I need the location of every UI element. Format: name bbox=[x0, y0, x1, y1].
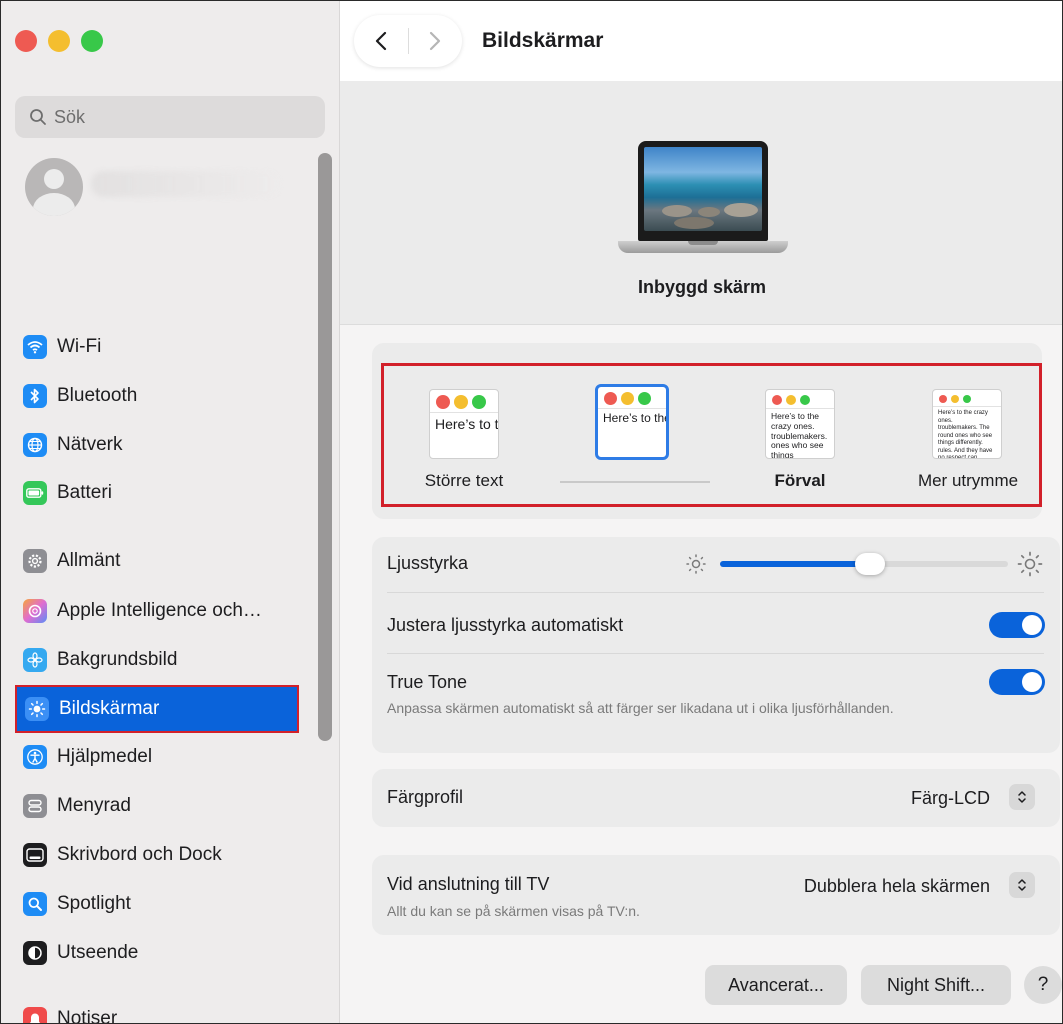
magnifier-icon bbox=[23, 892, 47, 916]
true-tone-description: Anpassa skärmen automatiskt så att färge… bbox=[387, 700, 894, 716]
forward-button[interactable] bbox=[408, 15, 462, 67]
sidebar-item-label: Skrivbord och Dock bbox=[57, 844, 222, 865]
sidebar-item-label: Spotlight bbox=[57, 893, 131, 914]
bell-icon bbox=[23, 1007, 47, 1023]
sidebar-item-label: Allmänt bbox=[57, 550, 121, 571]
toolbar: Bildskärmar bbox=[340, 1, 1062, 81]
color-profile-popup[interactable] bbox=[1009, 784, 1035, 810]
laptop-image[interactable] bbox=[618, 139, 788, 257]
sidebar-item-label: Batteri bbox=[57, 482, 112, 503]
sidebar-item-bluetooth[interactable]: Bluetooth bbox=[15, 376, 299, 416]
wifi-icon bbox=[23, 335, 47, 359]
color-profile-value[interactable]: Färg-LCD bbox=[760, 788, 990, 809]
sidebar-item-appearance[interactable]: Utseende bbox=[15, 933, 299, 973]
auto-brightness-toggle[interactable] bbox=[989, 612, 1045, 638]
menubar-icon bbox=[23, 794, 47, 818]
display-preview: Inbyggd skärm bbox=[340, 81, 1062, 325]
sun-small-icon bbox=[686, 554, 706, 574]
page-title: Bildskärmar bbox=[482, 29, 604, 52]
blurred-account-name bbox=[91, 171, 281, 197]
brightness-label: Ljusstyrka bbox=[387, 553, 469, 573]
search-field[interactable]: Sök bbox=[15, 96, 325, 138]
sidebar-item-network[interactable]: Nätverk bbox=[15, 425, 299, 465]
brightness-slider[interactable] bbox=[720, 553, 1008, 575]
sidebar-item-label: Bakgrundsbild bbox=[57, 649, 178, 670]
sidebar-item-wallpaper[interactable]: Bakgrundsbild bbox=[15, 640, 299, 680]
appearance-icon bbox=[23, 941, 47, 965]
sidebar-item-label: Notiser bbox=[57, 1008, 118, 1024]
brightness-card bbox=[372, 537, 1060, 753]
help-button[interactable]: ? bbox=[1024, 966, 1062, 1004]
window-controls bbox=[15, 30, 103, 52]
brightness-slider-knob[interactable] bbox=[854, 553, 885, 575]
sidebar-item-label: Bluetooth bbox=[57, 385, 138, 406]
color-profile-label: Färgprofil bbox=[387, 787, 464, 807]
sidebar-item-wifi[interactable]: Wi-Fi bbox=[15, 327, 299, 367]
sidebar-item-label: Nätverk bbox=[57, 434, 123, 455]
bluetooth-icon bbox=[23, 384, 47, 408]
accessibility-icon bbox=[23, 745, 47, 769]
tv-mode-value[interactable]: Dubblera hela skärmen bbox=[740, 876, 990, 897]
sun-large-icon bbox=[1017, 551, 1043, 577]
chevron-right-icon bbox=[430, 31, 441, 51]
chevron-left-icon bbox=[375, 31, 386, 51]
sidebar-item-accessibility[interactable]: Hjälpmedel bbox=[15, 737, 299, 777]
night-shift-button[interactable]: Night Shift... bbox=[861, 965, 1011, 1005]
main-pane: Bildskärmar Inbyggd skärm Here’s to Stör… bbox=[340, 1, 1062, 1023]
sidebar: Sök Wi-Fi Bluetooth Nätverk Batteri Allm… bbox=[1, 1, 340, 1024]
history-navigation bbox=[354, 15, 462, 67]
sidebar-item-label: Hjälpmedel bbox=[57, 746, 153, 767]
globe-icon bbox=[23, 433, 47, 457]
sidebar-item-label: Utseende bbox=[57, 942, 139, 963]
user-avatar[interactable] bbox=[25, 158, 83, 216]
chevron-updown-icon bbox=[1018, 791, 1026, 803]
sidebar-item-label: Wi-Fi bbox=[57, 336, 102, 357]
sidebar-item-displays[interactable]: Bildskärmar bbox=[15, 685, 299, 733]
sidebar-item-desktop-dock[interactable]: Skrivbord och Dock bbox=[15, 835, 299, 875]
display-name: Inbyggd skärm bbox=[637, 277, 767, 297]
resolution-highlight bbox=[381, 363, 1042, 507]
sidebar-item-label: Apple Intelligence och… bbox=[57, 600, 262, 621]
sidebar-item-label: Bildskärmar bbox=[59, 698, 160, 719]
sidebar-item-general[interactable]: Allmänt bbox=[15, 541, 299, 581]
true-tone-toggle[interactable] bbox=[989, 669, 1045, 695]
tv-label: Vid anslutning till TV bbox=[387, 874, 550, 894]
search-placeholder: Sök bbox=[54, 106, 86, 127]
back-button[interactable] bbox=[354, 15, 408, 67]
flower-icon bbox=[23, 648, 47, 672]
tv-mode-popup[interactable] bbox=[1009, 872, 1035, 898]
chevron-updown-icon bbox=[1018, 879, 1026, 891]
sun-icon bbox=[25, 697, 49, 721]
minimize-window-button[interactable] bbox=[48, 30, 70, 52]
sidebar-item-spotlight[interactable]: Spotlight bbox=[15, 884, 299, 924]
true-tone-label: True Tone bbox=[387, 672, 468, 692]
sidebar-item-label: Menyrad bbox=[57, 795, 131, 816]
tv-description: Allt du kan se på skärmen visas på TV:n. bbox=[387, 903, 640, 919]
sidebar-item-battery[interactable]: Batteri bbox=[15, 473, 299, 513]
sidebar-item-apple-intelligence[interactable]: Apple Intelligence och… bbox=[15, 591, 299, 631]
gear-icon bbox=[23, 549, 47, 573]
auto-brightness-label: Justera ljusstyrka automatiskt bbox=[387, 615, 624, 635]
sidebar-item-menubar[interactable]: Menyrad bbox=[15, 786, 299, 826]
zoom-window-button[interactable] bbox=[81, 30, 103, 52]
sidebar-item-notifications[interactable]: Notiser bbox=[15, 999, 299, 1024]
close-window-button[interactable] bbox=[15, 30, 37, 52]
dock-icon bbox=[23, 843, 47, 867]
search-icon bbox=[30, 109, 46, 125]
settings-window: Sök Wi-Fi Bluetooth Nätverk Batteri Allm… bbox=[0, 0, 1063, 1024]
advanced-button[interactable]: Avancerat... bbox=[705, 965, 847, 1005]
battery-icon bbox=[23, 481, 47, 505]
sidebar-scrollbar[interactable] bbox=[318, 153, 332, 741]
apple-intelligence-icon bbox=[23, 599, 47, 623]
